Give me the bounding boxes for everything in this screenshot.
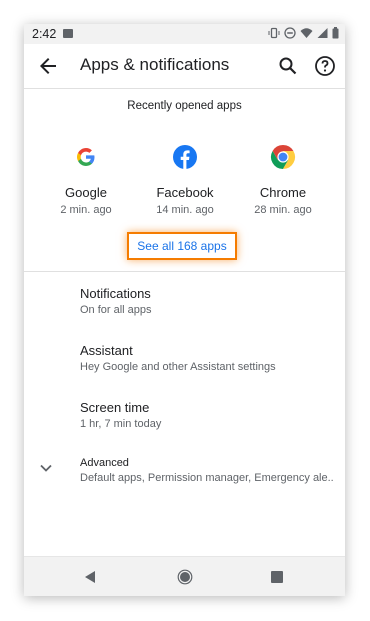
setting-title: Screen time (80, 400, 150, 415)
settings-item-notifications[interactable]: Notifications On for all apps (80, 286, 340, 316)
facebook-icon (173, 145, 197, 169)
status-icons (268, 27, 339, 39)
recent-app-chrome[interactable]: Chrome 28 min. ago (233, 144, 333, 216)
do-not-disturb-icon (284, 27, 296, 39)
setting-summary: Default apps, Permission manager, Emerge… (80, 472, 334, 484)
setting-title: Assistant (80, 343, 133, 358)
setting-summary: 1 hr, 7 min today (80, 418, 162, 430)
page-title: Apps & notifications (80, 55, 230, 74)
help-icon[interactable] (313, 54, 337, 78)
app-name: Facebook (156, 185, 214, 200)
signal-icon (317, 28, 328, 38)
nav-back-icon[interactable] (83, 570, 97, 584)
app-time: 14 min. ago (156, 204, 214, 216)
navigation-bar (24, 556, 345, 596)
vibrate-icon (268, 27, 280, 39)
settings-item-assistant[interactable]: Assistant Hey Google and other Assistant… (80, 343, 340, 373)
setting-title: Advanced (80, 457, 129, 469)
wifi-icon (300, 28, 313, 38)
photo-icon (63, 29, 73, 38)
nav-recents-icon[interactable] (271, 571, 283, 583)
setting-summary: On for all apps (80, 304, 152, 316)
app-name: Chrome (259, 185, 307, 200)
app-name: Google (65, 185, 107, 200)
battery-icon (332, 27, 339, 39)
settings-item-screen-time[interactable]: Screen time 1 hr, 7 min today (80, 400, 340, 430)
back-arrow-icon[interactable] (36, 54, 60, 78)
recent-apps-header: Recently opened apps (127, 100, 242, 112)
phone-screen: 2:42 Apps & notifications Recently opene… (24, 24, 345, 596)
search-icon[interactable] (276, 54, 300, 78)
app-time: 28 min. ago (254, 204, 312, 216)
chevron-down-icon[interactable] (38, 460, 54, 476)
status-time: 2:42 (32, 27, 57, 41)
google-icon (77, 148, 95, 166)
divider (24, 271, 345, 272)
app-time: 2 min. ago (60, 204, 112, 216)
app-bar: Apps & notifications (24, 44, 345, 89)
chrome-icon (270, 145, 296, 169)
recent-app-facebook[interactable]: Facebook 14 min. ago (135, 144, 235, 216)
settings-item-advanced[interactable]: Advanced Default apps, Permission manage… (80, 457, 340, 484)
recent-app-google[interactable]: Google 2 min. ago (36, 144, 136, 216)
nav-home-icon[interactable] (177, 569, 193, 585)
see-all-apps-button[interactable]: See all 168 apps (127, 232, 237, 260)
status-bar: 2:42 (24, 24, 345, 44)
setting-summary: Hey Google and other Assistant settings (80, 361, 276, 373)
setting-title: Notifications (80, 286, 151, 301)
